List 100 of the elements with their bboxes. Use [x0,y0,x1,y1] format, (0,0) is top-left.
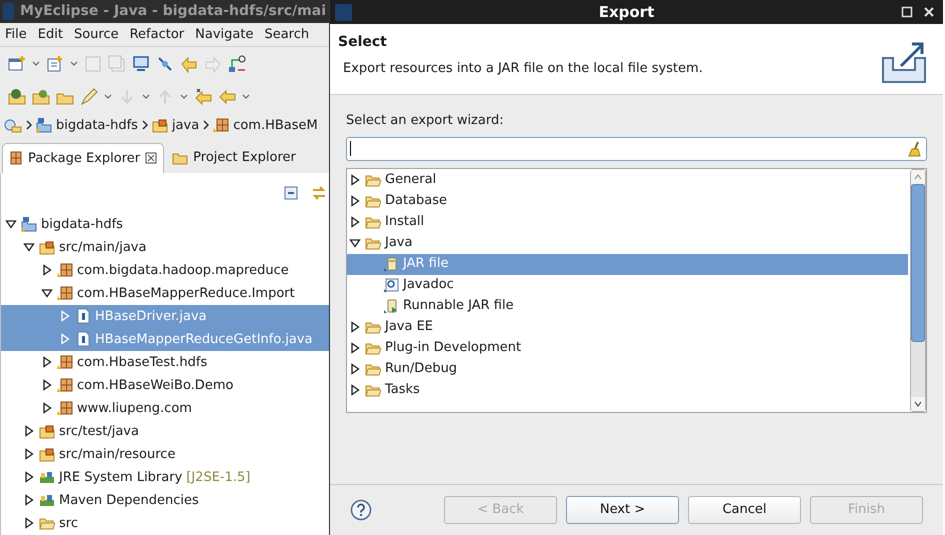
tree-item[interactable]: src/main/java [1,236,329,259]
new-window-icon[interactable] [8,55,26,74]
wizard-item[interactable]: Tasks [347,380,908,400]
maximize-icon[interactable] [901,6,913,18]
jar-icon [383,256,399,272]
tree-item[interactable]: www.liupeng.com [1,396,329,420]
menu-item[interactable]: Source [74,24,119,44]
caret-icon[interactable] [242,92,250,101]
wizard-item[interactable]: Java [347,232,908,254]
expand-arrow-icon[interactable] [41,402,53,414]
text-cursor [350,141,351,156]
menu-item[interactable]: Navigate [195,24,254,44]
expand-arrow-icon[interactable] [23,494,35,506]
library-icon [39,469,55,486]
wizard-item[interactable]: Java EE [347,316,908,338]
wizard-item[interactable]: Javadoc [347,274,908,296]
app-logo-icon [335,4,352,20]
collapse-all-icon[interactable] [283,184,299,201]
expand-arrow-icon[interactable] [349,363,361,375]
expand-arrow-icon[interactable] [349,384,361,396]
page-description: Export resources into a JAR file on the local file system. [342,60,703,78]
tree-item[interactable]: src/test/java [1,420,329,443]
menu-item[interactable]: File [5,24,27,44]
java-file-icon [75,331,91,348]
scrollbar-thumb[interactable] [911,184,925,342]
tree-item[interactable]: bigdata-hdfs [1,212,329,236]
breadcrumb-item[interactable]: com.HBaseM [233,116,318,136]
caret-icon[interactable] [180,92,188,101]
menu-item[interactable]: Edit [38,24,63,44]
expand-arrow-icon[interactable] [23,425,35,438]
help-icon[interactable] [350,498,372,520]
tree-item[interactable]: Maven Dependencies [1,488,329,512]
caret-icon[interactable] [32,60,40,68]
wizard-item[interactable]: Run/Debug [347,358,908,380]
caret-icon[interactable] [142,92,150,101]
open-folder-icon[interactable] [32,88,50,106]
new-file-icon[interactable] [46,55,64,74]
tree-item[interactable]: com.bigdata.hadoop.mapreduce [1,258,329,282]
runnable-jar-icon [383,298,399,314]
collapse-arrow-icon[interactable] [41,287,53,300]
wizard-item[interactable]: Plug-in Development [347,338,908,358]
expand-arrow-icon[interactable] [41,356,53,368]
source-folder-icon [39,239,55,256]
java-file-icon [75,308,91,324]
expand-arrow-icon[interactable] [23,448,35,460]
menu-item[interactable]: Refactor [130,24,184,44]
expand-arrow-icon[interactable] [349,321,361,333]
breadcrumb-item[interactable]: bigdata-hdfs [56,116,138,136]
expand-arrow-icon[interactable] [41,264,53,276]
close-icon[interactable] [145,152,158,164]
wizard-item[interactable]: General [347,170,908,190]
scroll-up-button[interactable] [911,170,925,184]
monitor-icon[interactable] [132,55,150,74]
back-arrow-icon[interactable] [218,88,236,106]
expand-arrow-icon[interactable] [41,379,53,392]
pencil-icon[interactable] [80,88,98,106]
expand-arrow-icon[interactable] [349,342,361,354]
breadcrumb-item[interactable]: java [172,116,200,136]
wizard-item[interactable]: Database [347,190,908,212]
collapse-arrow-icon[interactable] [23,241,35,254]
collapse-arrow-icon[interactable] [349,237,361,249]
dialog-button[interactable]: Next > [566,496,679,524]
package-icon [213,117,230,134]
dialog-button: Finish [810,496,923,524]
expand-arrow-icon[interactable] [349,195,361,207]
expand-arrow-icon[interactable] [23,471,35,484]
package-icon [57,377,73,394]
wizard-item[interactable]: Install [347,212,908,232]
caret-icon[interactable] [70,60,78,68]
javadoc-icon [383,277,399,293]
tree-item[interactable]: src/main/resource [1,442,329,466]
collapse-arrow-icon[interactable] [5,218,17,230]
filter-field[interactable] [346,136,927,160]
expand-arrow-icon[interactable] [349,216,361,228]
project-icon [21,216,37,232]
tree-item[interactable]: JRE System Library [J2SE-1.5] [1,466,329,489]
tree-item[interactable]: com.HBaseMapperReduce.Import [1,282,329,305]
view-tab[interactable]: Package Explorer [2,142,164,173]
dialog-button[interactable]: Cancel [688,496,801,524]
view-tab[interactable]: Project Explorer [166,142,302,173]
chevron-up-icon [914,174,922,180]
tree-item[interactable]: com.HBaseWeiBo.Demo [1,374,329,397]
chevron-down-icon [914,400,922,406]
tree-item[interactable]: src [1,512,329,535]
menu-item[interactable]: Search [264,24,310,44]
wizard-item[interactable]: Runnable JAR file [347,296,908,316]
undo-arrow-icon[interactable] [180,55,198,74]
expand-arrow-icon[interactable] [349,174,361,186]
expand-arrow-icon[interactable] [23,517,35,530]
window-title: MyEclipse - Java - bigdata-hdfs/src/mai [20,2,326,22]
dialog-button: < Back [444,496,557,524]
source-folder-icon [39,423,55,440]
library-icon [39,492,55,508]
open-folder-icon[interactable] [8,88,26,106]
caret-icon[interactable] [104,92,112,101]
chevron-right-icon [26,120,32,130]
scroll-down-button[interactable] [911,396,925,410]
broom-icon[interactable] [907,140,923,156]
back-edit-icon[interactable] [194,88,212,106]
tree-item[interactable]: com.HbaseTest.hdfs [1,350,329,374]
